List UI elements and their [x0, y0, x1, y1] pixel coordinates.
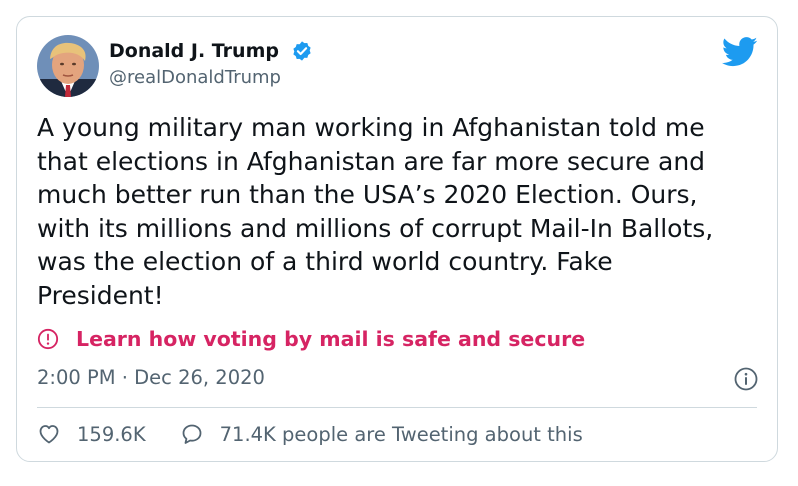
conversation-link[interactable]: 71.4K people are Tweeting about this [220, 423, 583, 446]
engagement-bar: 159.6K 71.4K people are Tweeting about t… [37, 421, 583, 447]
avatar[interactable] [37, 35, 99, 97]
verified-badge-icon [293, 41, 311, 61]
heart-icon[interactable] [37, 422, 61, 446]
twitter-bird-icon[interactable] [722, 37, 758, 67]
voting-notice[interactable]: Learn how voting by mail is safe and sec… [37, 326, 585, 352]
speech-bubble-icon[interactable] [180, 422, 204, 446]
exclamation-circle-icon [37, 328, 59, 350]
author-display-name[interactable]: Donald J. Trump [109, 39, 279, 63]
like-count[interactable]: 159.6K [77, 423, 146, 446]
tweet-timestamp[interactable]: 2:00 PM · Dec 26, 2020 [37, 366, 265, 390]
tweet-card: Donald J. Trump @realDonaldTrump A young… [16, 16, 778, 462]
info-icon[interactable] [734, 367, 758, 391]
author-handle[interactable]: @realDonaldTrump [109, 67, 281, 89]
divider [37, 407, 757, 408]
voting-notice-link[interactable]: Learn how voting by mail is safe and sec… [76, 327, 585, 351]
tweet-text: A young military man working in Afghanis… [37, 113, 714, 310]
